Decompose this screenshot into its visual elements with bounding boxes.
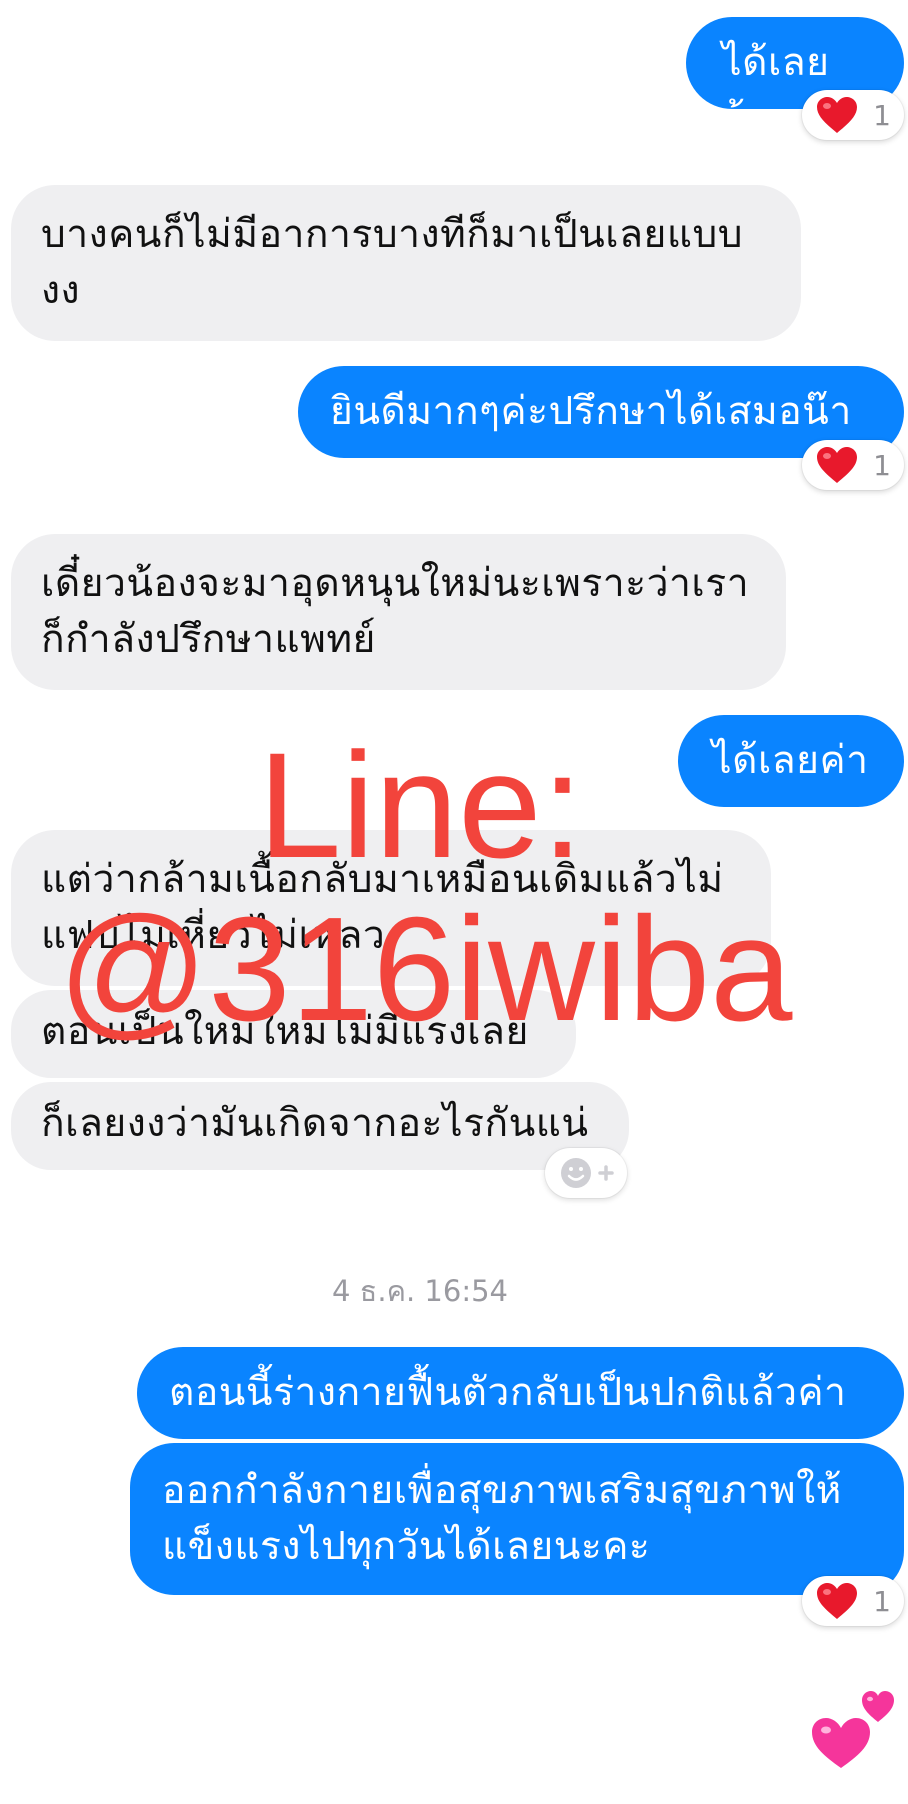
reaction-badge[interactable]: 1 xyxy=(802,1576,904,1626)
message-text: ออกกำลังกายเพื่อสุขภาพเสริมสุขภาพให้แข็ง… xyxy=(162,1468,842,1569)
message-bubble-incoming[interactable]: บางคนก็ไม่มีอาการบางทีก็มาเป็นเลยแบบงง xyxy=(11,185,801,341)
reaction-count: 1 xyxy=(873,448,891,482)
heart-icon xyxy=(817,97,858,133)
message-bubble-outgoing[interactable]: ตอนนี้ร่างกายฟื้นตัวกลับเป็นปกติแล้วค่า xyxy=(137,1347,904,1439)
heart-icon xyxy=(817,1583,858,1619)
message-bubble-incoming[interactable]: ตอนเป็นใหม่ใหม่ไม่มีแรงเลย xyxy=(11,990,576,1078)
message-bubble-incoming[interactable]: เดี๋ยวน้องจะมาอุดหนุนใหม่นะเพราะว่าเราก็… xyxy=(11,534,786,690)
message-text: ตอนนี้ร่างกายฟื้นตัวกลับเป็นปกติแล้วค่า xyxy=(169,1370,847,1415)
heart-icon xyxy=(817,447,858,483)
reaction-badge[interactable]: 1 xyxy=(802,90,904,140)
message-bubble-outgoing[interactable]: ได้เลยค่า xyxy=(678,715,904,807)
reaction-badge[interactable]: 1 xyxy=(802,440,904,490)
reaction-count: 1 xyxy=(873,98,891,132)
add-reaction-button[interactable] xyxy=(545,1148,627,1198)
message-timestamp: 4 ธ.ค. 16:54 xyxy=(332,1274,508,1308)
message-text: แต่ว่ากล้ามเนื้อกลับมาเหมือนเดิมแล้วไม่แ… xyxy=(41,857,724,958)
reaction-count: 1 xyxy=(873,1584,891,1618)
message-text: บางคนก็ไม่มีอาการบางทีก็มาเป็นเลยแบบงง xyxy=(41,212,743,313)
message-bubble-incoming[interactable]: ก็เลยงงว่ามันเกิดจากอะไรกันแน่ xyxy=(11,1082,629,1170)
message-text: ตอนเป็นใหม่ใหม่ไม่มีแรงเลย xyxy=(41,1009,529,1054)
message-text: ก็เลยงงว่ามันเกิดจากอะไรกันแน่ xyxy=(41,1101,589,1146)
two-hearts-icon[interactable] xyxy=(806,1672,906,1772)
message-text: เดี๋ยวน้องจะมาอุดหนุนใหม่นะเพราะว่าเราก็… xyxy=(41,561,750,662)
message-bubble-incoming[interactable]: แต่ว่ากล้ามเนื้อกลับมาเหมือนเดิมแล้วไม่แ… xyxy=(11,830,771,986)
message-text: ยินดีมากๆค่ะปรึกษาได้เสมอน๊า xyxy=(330,389,852,434)
message-text: ได้เลยค่า xyxy=(712,738,869,783)
smiley-plus-icon xyxy=(561,1158,614,1188)
message-bubble-outgoing[interactable]: ออกกำลังกายเพื่อสุขภาพเสริมสุขภาพให้แข็ง… xyxy=(130,1443,904,1595)
